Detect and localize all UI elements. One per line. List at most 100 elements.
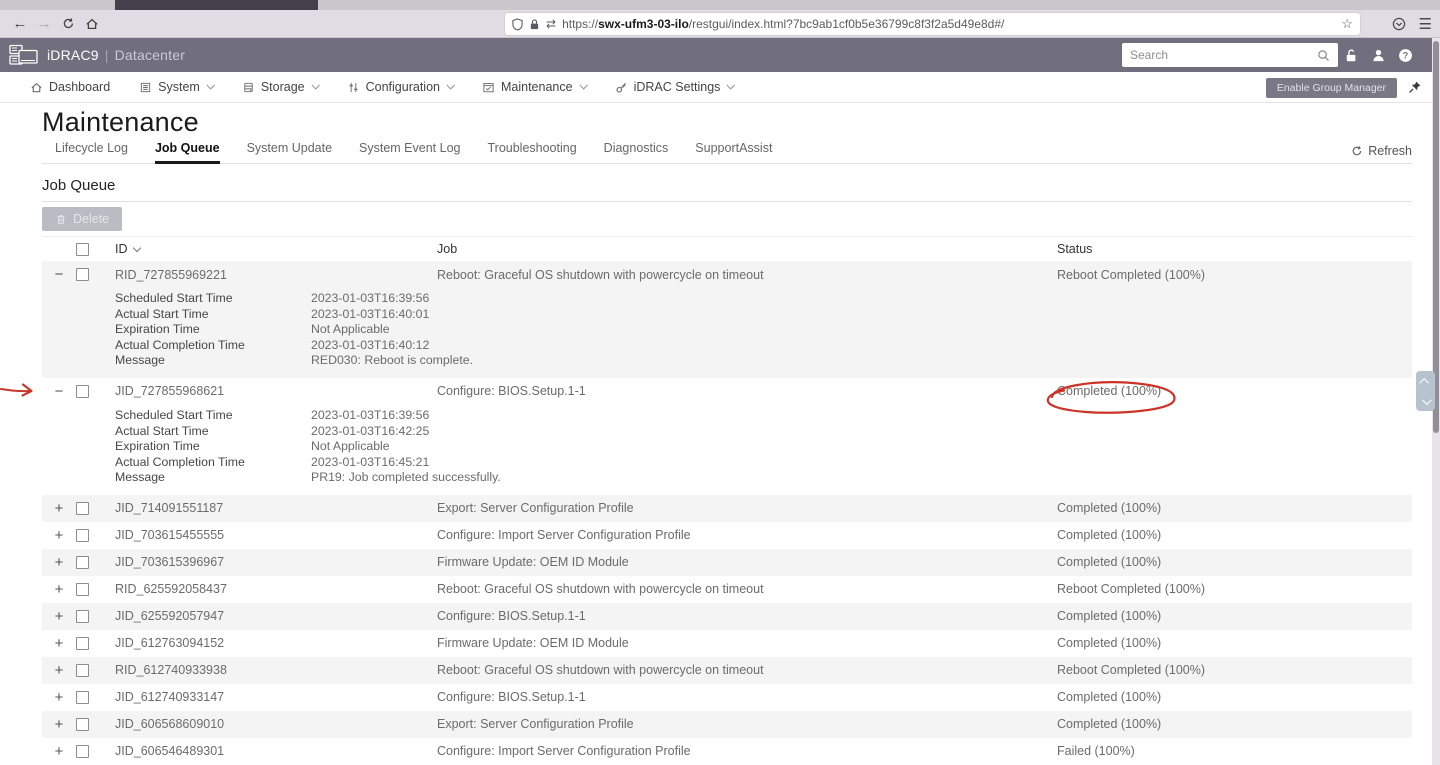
scroll-down-icon[interactable] xyxy=(1422,395,1432,405)
app-header: iDRAC9|Datacenter ? xyxy=(0,38,1440,72)
job-id: JID_625592057947 xyxy=(106,609,428,623)
expand-toggle[interactable]: + xyxy=(55,716,64,733)
expand-toggle[interactable]: + xyxy=(55,662,64,679)
job-id: JID_606568609010 xyxy=(106,717,428,731)
tab-diagnostics[interactable]: Diagnostics xyxy=(604,141,669,164)
search-icon[interactable] xyxy=(1317,49,1330,62)
back-button[interactable]: ← xyxy=(8,13,32,35)
unlock-icon[interactable] xyxy=(1344,48,1359,63)
scroll-widget[interactable] xyxy=(1416,371,1435,411)
detail-value: RED030: Reboot is complete. xyxy=(311,353,473,369)
scroll-up-icon[interactable] xyxy=(1419,377,1429,387)
job-name: Configure: BIOS.Setup.1-1 xyxy=(428,609,1048,623)
shield-icon[interactable] xyxy=(512,18,523,31)
tab-system-update[interactable]: System Update xyxy=(247,141,332,164)
tab-supportassist[interactable]: SupportAssist xyxy=(695,141,772,164)
tab-lifecycle-log[interactable]: Lifecycle Log xyxy=(55,141,128,164)
job-id: JID_703615396967 xyxy=(106,555,428,569)
main-nav: Dashboard System Storage Configuration M… xyxy=(0,72,1440,103)
detail-line: Actual Completion Time2023-01-03T16:45:2… xyxy=(115,455,1412,471)
expand-toggle[interactable]: + xyxy=(55,635,64,652)
expand-toggle[interactable]: + xyxy=(55,581,64,598)
nav-item-configuration[interactable]: Configuration xyxy=(347,80,453,94)
job-details: Scheduled Start Time2023-01-03T16:39:56 A… xyxy=(42,288,1412,378)
job-name: Reboot: Graceful OS shutdown with powerc… xyxy=(428,268,1048,282)
chevron-down-icon xyxy=(311,81,319,89)
row-checkbox[interactable] xyxy=(76,502,89,515)
search-input[interactable] xyxy=(1130,48,1317,62)
row-checkbox[interactable] xyxy=(76,664,89,677)
job-status: Reboot Completed (100%) xyxy=(1048,582,1412,596)
url-text: https://swx-ufm3-03-ilo/restgui/index.ht… xyxy=(562,17,1335,31)
detail-label: Actual Completion Time xyxy=(115,455,311,471)
tab-system-event-log[interactable]: System Event Log xyxy=(359,141,460,164)
detail-label: Expiration Time xyxy=(115,322,311,338)
row-checkbox[interactable] xyxy=(76,529,89,542)
row-checkbox[interactable] xyxy=(76,385,89,398)
detail-value: Not Applicable xyxy=(311,439,390,455)
browser-active-tab[interactable] xyxy=(115,0,318,10)
sync-arrows-icon[interactable]: ⇄ xyxy=(546,17,556,31)
select-all-checkbox[interactable] xyxy=(76,243,89,256)
forward-button[interactable]: → xyxy=(32,13,56,35)
job-status: Completed (100%) xyxy=(1048,555,1412,569)
nav-item-idrac-settings[interactable]: iDRAC Settings xyxy=(615,80,734,94)
row-checkbox[interactable] xyxy=(76,268,89,281)
refresh-button[interactable]: Refresh xyxy=(1351,144,1412,158)
row-checkbox[interactable] xyxy=(76,745,89,758)
idrac-logo-icon[interactable] xyxy=(9,44,39,66)
detail-value: 2023-01-03T16:42:25 xyxy=(311,424,429,440)
chevron-down-icon xyxy=(727,81,735,89)
column-header-id[interactable]: ID xyxy=(115,242,128,256)
job-status: Reboot Completed (100%) xyxy=(1048,663,1412,677)
lock-icon[interactable] xyxy=(529,18,540,31)
nav-item-system[interactable]: System xyxy=(139,80,213,94)
expand-toggle[interactable]: + xyxy=(55,608,64,625)
bookmark-star-icon[interactable]: ☆ xyxy=(1341,16,1353,32)
detail-line: Scheduled Start Time2023-01-03T16:39:56 xyxy=(115,291,1412,307)
help-icon[interactable]: ? xyxy=(1398,48,1413,63)
pin-icon[interactable] xyxy=(1408,80,1422,94)
menu-icon[interactable]: ☰ xyxy=(1419,15,1432,33)
detail-line: Scheduled Start Time2023-01-03T16:39:56 xyxy=(115,408,1412,424)
expand-toggle[interactable]: − xyxy=(55,266,64,283)
enable-group-manager-button[interactable]: Enable Group Manager xyxy=(1266,78,1397,98)
detail-value: 2023-01-03T16:45:21 xyxy=(311,455,429,471)
row-checkbox[interactable] xyxy=(76,637,89,650)
job-status: Failed (100%) xyxy=(1048,744,1412,758)
expand-toggle[interactable]: + xyxy=(55,500,64,517)
row-checkbox[interactable] xyxy=(76,556,89,569)
expand-toggle[interactable]: − xyxy=(55,383,64,400)
expand-toggle[interactable]: + xyxy=(55,743,64,760)
detail-value: 2023-01-03T16:40:12 xyxy=(311,338,429,354)
row-checkbox[interactable] xyxy=(76,610,89,623)
url-bar[interactable]: ⇄ https://swx-ufm3-03-ilo/restgui/index.… xyxy=(505,13,1360,35)
row-checkbox[interactable] xyxy=(76,691,89,704)
toolbar: Delete xyxy=(42,207,1412,231)
expand-toggle[interactable]: + xyxy=(55,689,64,706)
column-header-job: Job xyxy=(428,242,1048,256)
job-status: Completed (100%) xyxy=(1048,501,1412,515)
expand-toggle[interactable]: + xyxy=(55,554,64,571)
row-checkbox[interactable] xyxy=(76,583,89,596)
home-button[interactable] xyxy=(80,13,104,35)
detail-label: Actual Completion Time xyxy=(115,338,311,354)
expand-toggle[interactable]: + xyxy=(55,527,64,544)
nav-item-storage[interactable]: Storage xyxy=(242,80,318,94)
detail-line: MessageRED030: Reboot is complete. xyxy=(115,353,1412,369)
job-id: RID_612740933938 xyxy=(106,663,428,677)
user-icon[interactable] xyxy=(1371,48,1386,63)
column-header-status: Status xyxy=(1048,242,1412,256)
delete-button[interactable]: Delete xyxy=(42,207,122,231)
row-checkbox[interactable] xyxy=(76,718,89,731)
reload-button[interactable] xyxy=(56,13,80,35)
sort-id-chevron-icon[interactable] xyxy=(132,243,140,251)
tab-job-queue[interactable]: Job Queue xyxy=(155,141,220,164)
pocket-icon[interactable] xyxy=(1392,17,1406,31)
tab-troubleshooting[interactable]: Troubleshooting xyxy=(487,141,576,164)
job-status: Completed (100%) xyxy=(1048,690,1412,704)
table-row: + JID_612763094152 Firmware Update: OEM … xyxy=(42,630,1412,657)
nav-item-dashboard[interactable]: Dashboard xyxy=(30,80,110,94)
job-status: Completed (100%) xyxy=(1048,609,1412,623)
nav-item-maintenance[interactable]: Maintenance xyxy=(482,80,586,94)
